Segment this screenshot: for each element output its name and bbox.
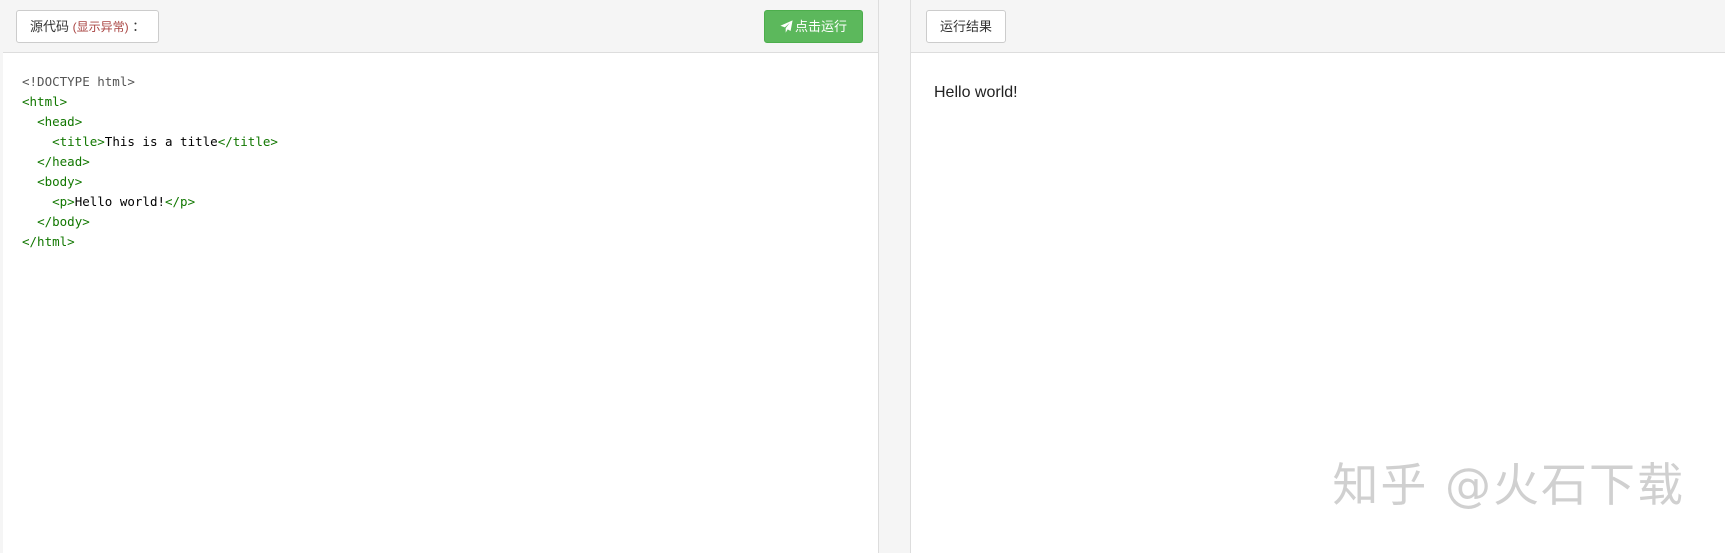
code-token-text: This is a title <box>104 134 218 149</box>
code-token-tag: <title> <box>52 134 105 149</box>
code-line: <title>This is a title</title> <box>22 132 278 152</box>
source-code-colon: ： <box>132 19 146 34</box>
watermark: 知乎 @火石下载 <box>1332 458 1685 512</box>
run-button-label: 点击运行 <box>794 19 847 34</box>
code-token-tag: </body> <box>37 214 90 229</box>
source-panel-header: 源代码 (显示异常) ： 点击运行 <box>3 0 878 53</box>
panel-gutter <box>880 0 910 553</box>
code-line: <html> <box>22 92 278 112</box>
code-line: </body> <box>22 212 278 232</box>
code-line: </html> <box>22 232 278 252</box>
code-line: <head> <box>22 112 278 132</box>
code-token-tag: </head> <box>37 154 90 169</box>
code-token-tag: <body> <box>37 174 83 189</box>
code-editor[interactable]: <!DOCTYPE html> <html> <head> <title>This… <box>22 72 278 252</box>
code-token-tag: <head> <box>37 114 83 129</box>
code-line: <p>Hello world!</p> <box>22 192 278 212</box>
run-button[interactable]: 点击运行 <box>764 10 863 43</box>
code-token-tag: </p> <box>165 194 196 209</box>
code-token-tag: </title> <box>217 134 278 149</box>
code-line: <body> <box>22 172 278 192</box>
source-panel: 源代码 (显示异常) ： 点击运行 <!DOCTYPE html> <html> … <box>3 0 879 553</box>
result-tab[interactable]: 运行结果 <box>926 10 1007 43</box>
output-text: Hello world! <box>934 84 1018 101</box>
result-panel: 运行结果 Hello world! 知乎 @火石下载 <box>910 0 1725 553</box>
code-token-text: Hello world! <box>74 194 165 209</box>
result-panel-header: 运行结果 <box>911 0 1725 53</box>
code-token-doctype: <!DOCTYPE html> <box>22 74 135 89</box>
code-line: <!DOCTYPE html> <box>22 72 278 92</box>
source-code-tab[interactable]: 源代码 (显示异常) ： <box>16 10 160 43</box>
code-token-tag: </html> <box>22 234 75 249</box>
code-line: </head> <box>22 152 278 172</box>
source-code-label: 源代码 <box>30 19 70 34</box>
paper-plane-icon <box>780 20 793 33</box>
display-error-note[interactable]: (显示异常) <box>73 20 129 34</box>
code-token-tag: <html> <box>22 94 68 109</box>
code-token-tag: <p> <box>52 194 75 209</box>
